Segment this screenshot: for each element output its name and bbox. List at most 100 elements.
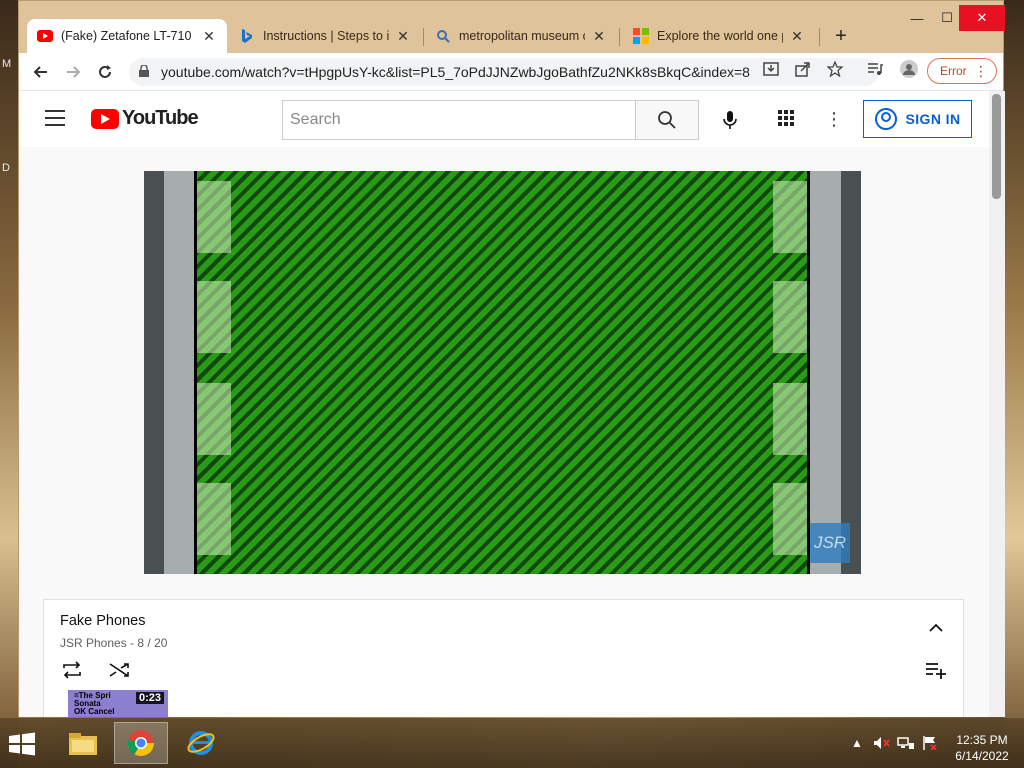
tab-title: (Fake) Zetafone LT-710 - — [61, 29, 195, 43]
search-placeholder: Search — [290, 111, 341, 128]
tab-metropolitan[interactable]: metropolitan museum of ✕ — [425, 19, 617, 53]
playlist-item-thumbnail[interactable]: =The Spri Sonata OK Cancel 0:23 — [68, 690, 168, 717]
more-options-icon: ⋮ — [974, 62, 988, 79]
close-tab-icon[interactable]: ✕ — [201, 28, 217, 45]
volume-muted-icon[interactable] — [872, 734, 892, 752]
search-icon — [658, 111, 676, 129]
account-icon — [874, 108, 897, 130]
reload-icon — [99, 65, 111, 78]
desktop-background-right — [1004, 0, 1024, 768]
video-duration-badge: 0:23 — [135, 692, 164, 704]
clock-time: 12:35 PM — [956, 733, 1008, 747]
taskbar-file-explorer[interactable] — [56, 722, 110, 764]
menu-icon[interactable] — [45, 110, 65, 126]
voice-search-button[interactable] — [715, 105, 745, 135]
system-clock[interactable]: 12:35 PM 6/14/2022 — [950, 732, 1014, 764]
tab-bar: (Fake) Zetafone LT-710 - ✕ Instructions … — [19, 1, 1005, 53]
video-frame-highlight — [773, 483, 807, 555]
video-frame-highlight — [773, 181, 807, 253]
page-scrollbar-thumb[interactable] — [992, 94, 1001, 199]
playlist-title[interactable]: Fake Phones — [60, 613, 145, 629]
video-frame-highlight — [773, 383, 807, 455]
search-input[interactable]: Search — [282, 100, 636, 140]
windows-taskbar: ▲ 12:35 PM 6/14/2022 — [0, 718, 1024, 768]
taskbar-chrome[interactable] — [114, 722, 168, 764]
lock-icon — [139, 63, 153, 80]
sign-in-button[interactable]: SIGN IN — [863, 100, 972, 138]
youtube-header: YouTube Search ⋮ SIGN IN — [19, 91, 989, 147]
tab-title: metropolitan museum of — [459, 29, 585, 43]
show-hidden-icons[interactable]: ▲ — [850, 734, 864, 752]
search-favicon-icon — [435, 28, 451, 44]
bookmark-star-icon[interactable] — [825, 59, 845, 79]
youtube-logo[interactable]: YouTube — [91, 107, 199, 130]
video-frame-highlight — [773, 281, 807, 353]
channel-watermark[interactable]: JSR — [810, 523, 850, 563]
new-tab-button[interactable]: + — [831, 25, 851, 48]
install-app-icon[interactable] — [761, 59, 781, 79]
tab-title: Instructions | Steps to ins — [263, 29, 389, 43]
forward-button[interactable] — [61, 60, 85, 84]
youtube-favicon-icon — [37, 28, 53, 44]
apps-grid-icon[interactable] — [777, 109, 797, 129]
thumbnail-line: OK Cancel — [74, 707, 115, 716]
desktop-icon-label: M — [2, 58, 12, 70]
error-button[interactable]: Error ⋮ — [927, 58, 997, 84]
video-frame-highlight — [197, 383, 231, 455]
video-frame-rail — [164, 171, 196, 574]
shuffle-playlist-icon[interactable] — [108, 660, 132, 680]
save-playlist-icon[interactable] — [924, 660, 948, 680]
video-frame-screen — [194, 171, 810, 574]
video-frame-highlight — [197, 181, 231, 253]
back-button[interactable] — [29, 60, 53, 84]
browser-toolbar: youtube.com/watch?v=tHpgpUsY-kc&list=PL5… — [19, 53, 1003, 91]
playlist-subtitle: JSR Phones - 8 / 20 — [60, 636, 167, 650]
playlist-panel: Fake Phones JSR Phones - 8 / 20 =The Spr… — [43, 599, 964, 717]
windows-logo-icon — [9, 732, 35, 756]
start-button[interactable] — [8, 732, 36, 756]
microsoft-favicon-icon — [633, 28, 649, 44]
desktop-background-left: M D — [0, 0, 18, 768]
reload-button[interactable] — [93, 60, 117, 84]
settings-more-icon[interactable]: ⋮ — [825, 107, 843, 131]
media-control-icon[interactable] — [865, 59, 885, 79]
taskbar-internet-explorer[interactable] — [174, 722, 228, 764]
playlist-position: 8 / 20 — [137, 636, 168, 650]
playlist-channel[interactable]: JSR Phones — [60, 636, 127, 650]
youtube-play-icon — [91, 108, 119, 129]
browser-window: (Fake) Zetafone LT-710 - ✕ Instructions … — [18, 0, 1005, 717]
folder-icon — [69, 733, 97, 755]
network-icon[interactable] — [896, 734, 916, 752]
collapse-playlist-icon[interactable] — [928, 620, 944, 636]
clock-date: 6/14/2022 — [955, 749, 1009, 763]
bing-favicon-icon — [239, 28, 255, 44]
video-frame-highlight — [197, 483, 231, 555]
close-window-button[interactable]: ✕ — [959, 5, 1005, 31]
tab-separator — [819, 28, 820, 46]
profile-avatar-icon[interactable] — [899, 59, 919, 79]
share-icon[interactable] — [793, 59, 813, 79]
close-tab-icon[interactable]: ✕ — [789, 28, 805, 45]
tab-separator — [423, 28, 424, 46]
close-tab-icon[interactable]: ✕ — [591, 28, 607, 45]
tab-instructions[interactable]: Instructions | Steps to ins ✕ — [229, 19, 421, 53]
close-tab-icon[interactable]: ✕ — [395, 28, 411, 45]
error-label: Error — [940, 64, 967, 78]
video-player[interactable]: JSR — [144, 171, 861, 574]
youtube-logo-text: YouTube — [122, 107, 199, 129]
action-center-flag-icon[interactable] — [920, 734, 940, 752]
internet-explorer-icon — [187, 731, 215, 755]
tab-explore[interactable]: Explore the world one pl ✕ — [623, 19, 815, 53]
video-frame-rail — [809, 171, 841, 574]
desktop-icon-label: D — [2, 162, 10, 174]
tab-separator — [619, 28, 620, 46]
search-button[interactable] — [635, 100, 699, 140]
sign-in-label: SIGN IN — [905, 111, 961, 127]
video-frame-highlight — [197, 281, 231, 353]
forward-arrow-icon — [67, 66, 81, 78]
loop-playlist-icon[interactable] — [60, 660, 84, 680]
tab-youtube[interactable]: (Fake) Zetafone LT-710 - ✕ — [27, 19, 227, 53]
youtube-page: YouTube Search ⋮ SIGN IN JSR Fake Phones… — [19, 91, 1005, 717]
back-arrow-icon — [33, 66, 47, 78]
thumbnail-text: =The Spri Sonata OK Cancel — [74, 692, 114, 716]
